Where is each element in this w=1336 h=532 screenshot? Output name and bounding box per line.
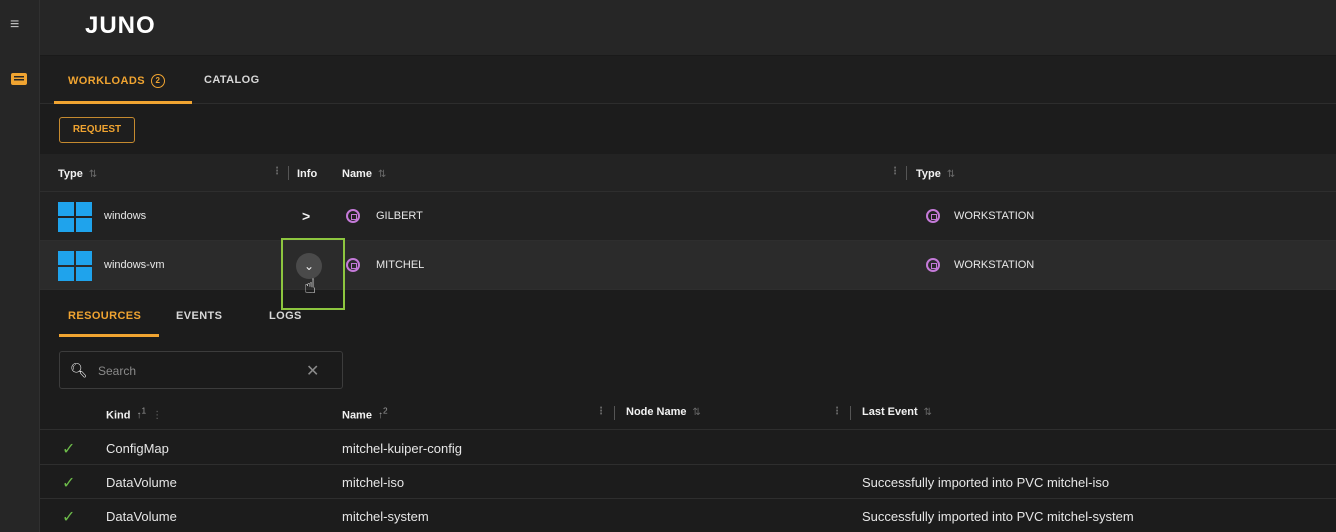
header-type[interactable]: Type ⇅	[58, 168, 97, 180]
app-logo[interactable]: JUNO	[85, 12, 156, 40]
tab-workloads[interactable]: WORKLOADS 2	[68, 74, 165, 88]
resource-event: Successfully imported into PVC mitchel-s…	[862, 509, 1134, 524]
resource-kind: DataVolume	[106, 475, 177, 490]
chip-icon	[926, 209, 940, 223]
workloads-grid-header: Type ⇅ ⋮ Info Name ⇅ ⋮ Type ⇅	[40, 154, 1336, 192]
search-field[interactable]: 🔍︎ Search ✕	[59, 351, 343, 389]
detail-tabs: RESOURCES EVENTS LOGS	[40, 290, 1336, 342]
workloads-count-badge: 2	[150, 74, 165, 88]
search-icon: 🔍︎	[70, 362, 88, 378]
resource-row[interactable]: ✓ DataVolume mitchel-iso Successfully im…	[40, 465, 1336, 499]
top-bar: JUNO	[40, 0, 1336, 56]
os-label: windows-vm	[104, 259, 165, 271]
check-icon: ✓	[62, 441, 76, 458]
table-row[interactable]: windows-vm MITCHEL WORKSTATION	[40, 241, 1336, 290]
header-res-name[interactable]: Name ↑2	[342, 406, 388, 421]
tab-catalog[interactable]: CATALOG	[204, 74, 260, 86]
workload-name: GILBERT	[376, 210, 423, 222]
header-info: Info	[297, 168, 318, 180]
tab-resources[interactable]: RESOURCES	[68, 310, 141, 322]
chip-icon	[346, 209, 360, 223]
chip-icon	[346, 258, 360, 272]
message-icon[interactable]	[10, 72, 28, 88]
chip-icon	[926, 258, 940, 272]
resource-kind: ConfigMap	[106, 441, 169, 456]
column-menu-icon[interactable]: ⋮	[832, 406, 842, 417]
active-subtab-indicator	[59, 334, 159, 337]
column-menu-icon[interactable]: ⋮	[890, 166, 900, 177]
workload-type: WORKSTATION	[954, 210, 1035, 222]
column-divider[interactable]	[614, 406, 615, 420]
column-divider[interactable]	[850, 406, 851, 420]
clear-icon[interactable]: ✕	[306, 361, 319, 381]
hamburger-icon[interactable]: ≡	[10, 17, 28, 33]
resources-header: Kind ↑1 ⋮ Name ↑2 ⋮ Node Name ⇅ ⋮ Last Event…	[40, 394, 1336, 430]
resource-event: Successfully imported into PVC mitchel-i…	[862, 475, 1110, 490]
tab-logs[interactable]: LOGS	[269, 310, 302, 322]
resource-name: mitchel-system	[342, 509, 429, 524]
main-tabs: WORKLOADS 2 CATALOG	[40, 56, 1336, 104]
resource-name: mitchel-kuiper-config	[342, 441, 462, 456]
header-name[interactable]: Name ⇅	[342, 168, 386, 180]
hand-cursor-icon: ☝	[304, 276, 317, 298]
header-last-event[interactable]: Last Event ⇅	[862, 406, 932, 418]
windows-icon	[58, 202, 92, 232]
table-row[interactable]: windows > GILBERT WORKSTATION	[40, 192, 1336, 241]
column-divider[interactable]	[288, 166, 289, 180]
check-icon: ✓	[62, 475, 76, 492]
header-type-2[interactable]: Type ⇅	[916, 168, 955, 180]
resource-kind: DataVolume	[106, 509, 177, 524]
column-menu-icon[interactable]: ⋮	[272, 166, 282, 177]
check-icon: ✓	[62, 509, 76, 526]
request-button[interactable]: REQUEST	[59, 117, 135, 143]
os-label: windows	[104, 210, 147, 222]
column-divider[interactable]	[906, 166, 907, 180]
tab-workloads-label: WORKLOADS	[68, 74, 145, 87]
resource-row[interactable]: ✓ DataVolume mitchel-system Successfully…	[40, 499, 1336, 532]
header-node-name[interactable]: Node Name ⇅	[626, 406, 701, 418]
expand-row-icon[interactable]: >	[302, 208, 310, 224]
workload-name: MITCHEL	[376, 259, 425, 271]
left-rail: ≡	[0, 0, 40, 532]
resource-row[interactable]: ✓ ConfigMap mitchel-kuiper-config	[40, 431, 1336, 465]
header-kind[interactable]: Kind ↑1 ⋮	[106, 406, 162, 421]
tab-events[interactable]: EVENTS	[176, 310, 222, 322]
windows-icon	[58, 251, 92, 281]
active-tab-indicator	[54, 101, 192, 104]
resource-name: mitchel-iso	[342, 475, 405, 490]
workload-type: WORKSTATION	[954, 259, 1035, 271]
search-placeholder: Search	[98, 364, 137, 378]
column-menu-icon[interactable]: ⋮	[596, 406, 606, 417]
